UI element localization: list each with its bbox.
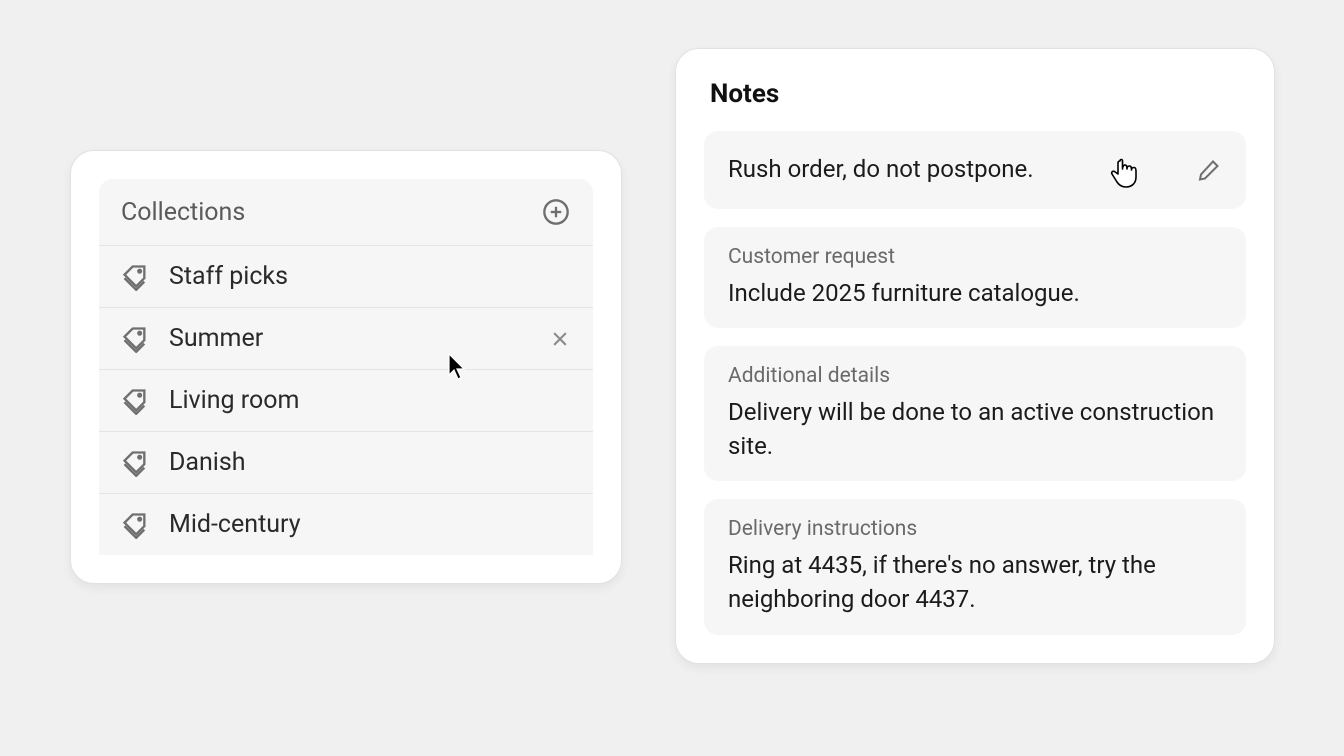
collections-title: Collections bbox=[121, 198, 245, 227]
collection-label: Living room bbox=[169, 386, 571, 415]
note-label: Additional details bbox=[728, 364, 1222, 388]
add-collection-button[interactable] bbox=[541, 197, 571, 227]
plus-circle-icon bbox=[542, 198, 570, 226]
note-item[interactable]: Additional details Delivery will be done… bbox=[704, 346, 1246, 481]
collection-row[interactable]: Living room bbox=[99, 370, 593, 432]
notes-title: Notes bbox=[710, 79, 1246, 109]
notes-card: Notes Rush order, do not postpone. Custo… bbox=[675, 48, 1275, 664]
tag-icon bbox=[121, 325, 149, 353]
note-label: Customer request bbox=[728, 245, 1222, 269]
collections-list: Collections Staff picks bbox=[99, 179, 593, 555]
remove-collection-button[interactable] bbox=[549, 328, 571, 350]
collection-row[interactable]: Staff picks bbox=[99, 246, 593, 308]
pencil-icon bbox=[1197, 158, 1221, 182]
note-text: Ring at 4435, if there's no answer, try … bbox=[728, 549, 1222, 616]
note-text: Include 2025 furniture catalogue. bbox=[728, 277, 1222, 311]
note-text: Delivery will be done to an active const… bbox=[728, 396, 1222, 463]
note-item[interactable]: Rush order, do not postpone. bbox=[704, 131, 1246, 209]
collection-label: Summer bbox=[169, 324, 529, 353]
note-label: Delivery instructions bbox=[728, 517, 1222, 541]
collection-row[interactable]: Summer bbox=[99, 308, 593, 370]
collection-label: Danish bbox=[169, 448, 571, 477]
close-icon bbox=[550, 329, 570, 349]
note-item[interactable]: Customer request Include 2025 furniture … bbox=[704, 227, 1246, 329]
collection-label: Mid-century bbox=[169, 510, 571, 539]
tag-icon bbox=[121, 263, 149, 291]
edit-note-button[interactable] bbox=[1196, 157, 1222, 183]
collection-row[interactable]: Danish bbox=[99, 432, 593, 494]
collection-row[interactable]: Mid-century bbox=[99, 494, 593, 555]
tag-icon bbox=[121, 387, 149, 415]
collections-header: Collections bbox=[99, 179, 593, 246]
collection-label: Staff picks bbox=[169, 262, 571, 291]
tag-icon bbox=[121, 511, 149, 539]
tag-icon bbox=[121, 449, 149, 477]
note-item[interactable]: Delivery instructions Ring at 4435, if t… bbox=[704, 499, 1246, 634]
note-text: Rush order, do not postpone. bbox=[728, 153, 1178, 187]
collections-card: Collections Staff picks bbox=[70, 150, 622, 584]
